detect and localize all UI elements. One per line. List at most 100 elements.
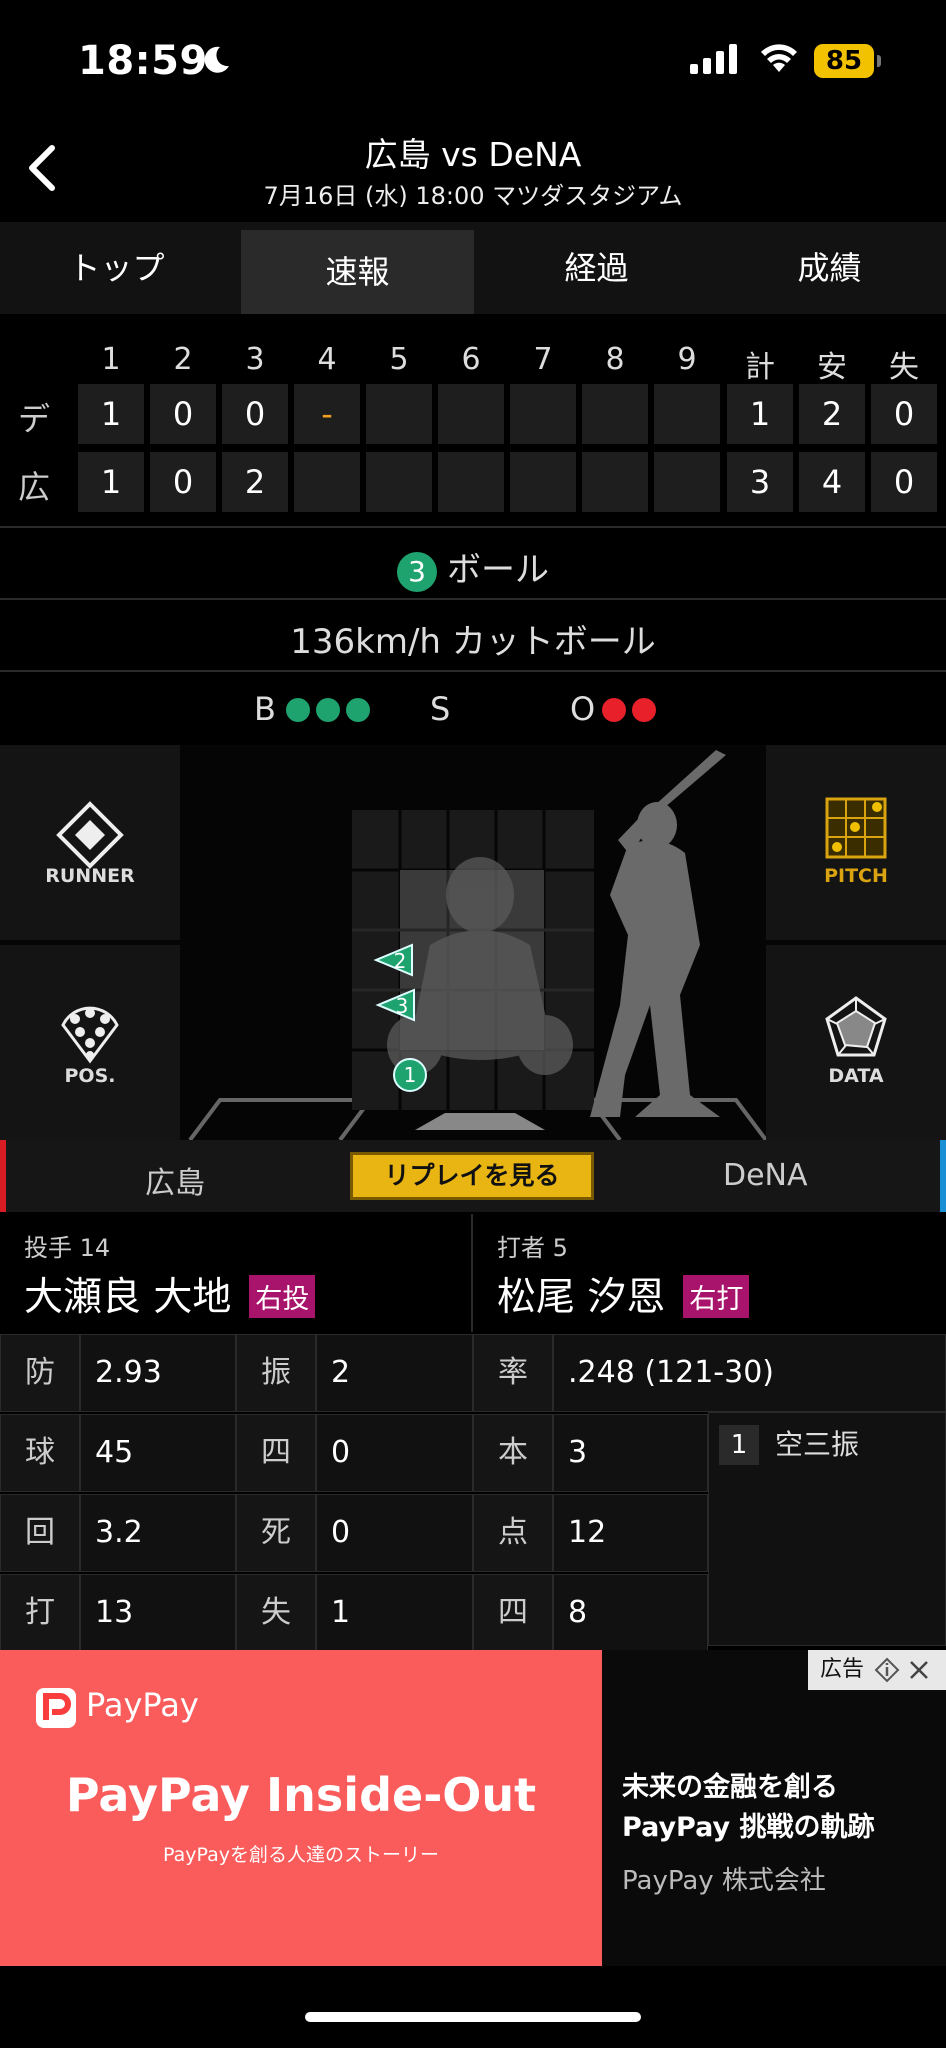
score-cell (654, 452, 720, 512)
batter-stat-key: 点 (473, 1494, 553, 1572)
pos-label: POS. (64, 1065, 116, 1087)
inning-header: 失 (889, 350, 919, 385)
home-team-tab[interactable]: 広島 (145, 1158, 205, 1202)
batter-stat-value: 8 (553, 1574, 708, 1652)
batter-card[interactable]: 打者 5 松尾 汐恩 右打 (473, 1214, 944, 1332)
pitcher-hand-badge: 右投 (249, 1275, 316, 1318)
ad-title: 未来の金融を創る PayPay 挑戦の軌跡 (622, 1768, 875, 1848)
inning-header: 6 (461, 342, 481, 377)
signal-icon (690, 44, 737, 74)
inning-header: 計 (745, 350, 775, 385)
diamond-icon (56, 801, 124, 869)
score-cell (438, 384, 504, 444)
strikes-label: S (430, 690, 451, 728)
pitcher-stat-value: 0 (316, 1494, 473, 1572)
score-cell (366, 452, 432, 512)
score-cell: 0 (222, 384, 288, 444)
score-cell: 1 (78, 384, 144, 444)
pitcher-stat-key: 振 (236, 1334, 316, 1412)
batter-stat-key: 率 (473, 1334, 553, 1412)
team-bar: 広島 リプレイを見る DeNA (0, 1140, 946, 1212)
runner-button[interactable]: RUNNER (0, 745, 180, 940)
ad-headline: PayPay Inside-Out (65, 1768, 537, 1822)
pitch-marker-1: 1 (393, 1058, 427, 1092)
tab-progress[interactable]: 経過 (480, 222, 713, 314)
pitch-result-text: ボール (447, 550, 549, 590)
pitcher-stat-key: 失 (236, 1574, 316, 1652)
inning-header: 7 (533, 342, 553, 377)
pitcher-stat-value: 3.2 (80, 1494, 236, 1572)
wifi-icon (761, 44, 797, 72)
score-cell (438, 452, 504, 512)
pitcher-stat-key: 防 (0, 1334, 80, 1412)
divider (0, 526, 946, 528)
score-cell: 0 (871, 452, 937, 512)
ad-label-text: 広告 (820, 1657, 865, 1682)
out-dot (602, 698, 626, 722)
pitch-button[interactable]: PITCH (766, 745, 946, 940)
status-bar: 18:59 85 (0, 0, 946, 120)
inning-header: 5 (389, 342, 409, 377)
batter-stat-key: 本 (473, 1414, 553, 1492)
pitcher-role: 投手 14 (24, 1234, 111, 1262)
score-cell (294, 452, 360, 512)
inning-header: 3 (245, 342, 265, 377)
pitch-result: 3 ボール (0, 542, 946, 592)
pitcher-stat-key: 回 (0, 1494, 80, 1572)
ad-title-line2: PayPay 挑戦の軌跡 (622, 1812, 875, 1843)
score-cell: 1 (78, 452, 144, 512)
score-cell (510, 384, 576, 444)
score-cell: 0 (871, 384, 937, 444)
replay-button[interactable]: リプレイを見る (350, 1152, 594, 1200)
ad-tagline: PayPayを創る人達のストーリー (163, 1844, 439, 1866)
game-title: 広島 vs DeNA (364, 135, 582, 174)
batter-name-row: 松尾 汐恩 右打 (497, 1266, 750, 1322)
tab-bar: トップ 速報 経過 成績 (0, 222, 946, 314)
pitch-speed-type: 136km/h カットボール (290, 622, 656, 662)
battery-tip (877, 55, 881, 67)
team-abbrev: デ (18, 400, 51, 438)
info-icon[interactable] (874, 1657, 900, 1683)
pitcher-name-row: 大瀬良 大地 右投 (24, 1266, 316, 1322)
advertisement[interactable]: PayPay PayPay Inside-Out PayPayを創る人達のストー… (0, 1650, 946, 1966)
pitcher-stat-key: 球 (0, 1414, 80, 1492)
score-cell (582, 384, 648, 444)
score-cell: 2 (799, 384, 865, 444)
pitcher-card[interactable]: 投手 14 大瀬良 大地 右投 (0, 1214, 471, 1332)
position-button[interactable]: POS. (0, 945, 180, 1140)
away-team-tab[interactable]: DeNA (723, 1158, 808, 1193)
ad-text-panel[interactable]: 広告 未来の金融を創る PayPay 挑戦の軌跡 PayPay 株式会社 (602, 1650, 946, 1966)
pitcher-stat-value: 2.93 (80, 1334, 236, 1412)
ball-count: B S O (0, 690, 946, 730)
battery-indicator: 85 (814, 44, 874, 78)
score-cell: 2 (222, 452, 288, 512)
ball-dot (346, 698, 370, 722)
divider (0, 598, 946, 600)
score-cell: 4 (799, 452, 865, 512)
inning-header: 安 (817, 350, 847, 385)
tab-stats[interactable]: 成績 (713, 222, 946, 314)
score-cell (366, 384, 432, 444)
at-bat-number: 1 (719, 1425, 759, 1465)
moon-icon (204, 46, 229, 73)
divider (0, 670, 946, 672)
batter-name: 松尾 汐恩 (497, 1275, 666, 1320)
tab-top[interactable]: トップ (0, 222, 233, 314)
ad-brand: PayPay (86, 1686, 199, 1724)
svg-text:3: 3 (396, 994, 409, 1018)
pitcher-stat-key: 四 (236, 1414, 316, 1492)
pitch-view: RUNNER POS. PITCH DATA 2 3 1 (0, 745, 946, 1140)
radar-chart-icon (825, 996, 887, 1057)
close-icon[interactable] (908, 1659, 930, 1681)
pitcher-stat-value: 13 (80, 1574, 236, 1652)
tab-live[interactable]: 速報 (241, 230, 474, 314)
pitcher-name: 大瀬良 大地 (24, 1275, 232, 1320)
ad-banner[interactable]: PayPay PayPay Inside-Out PayPayを創る人達のストー… (0, 1650, 602, 1966)
out-dot (632, 698, 656, 722)
pitcher-stat-key: 打 (0, 1574, 80, 1652)
home-indicator[interactable] (305, 2012, 641, 2022)
runner-label: RUNNER (45, 865, 135, 887)
ad-label[interactable]: 広告 (808, 1650, 946, 1690)
strike-zone-view: 2 3 1 (188, 750, 766, 1140)
data-button[interactable]: DATA (766, 945, 946, 1140)
